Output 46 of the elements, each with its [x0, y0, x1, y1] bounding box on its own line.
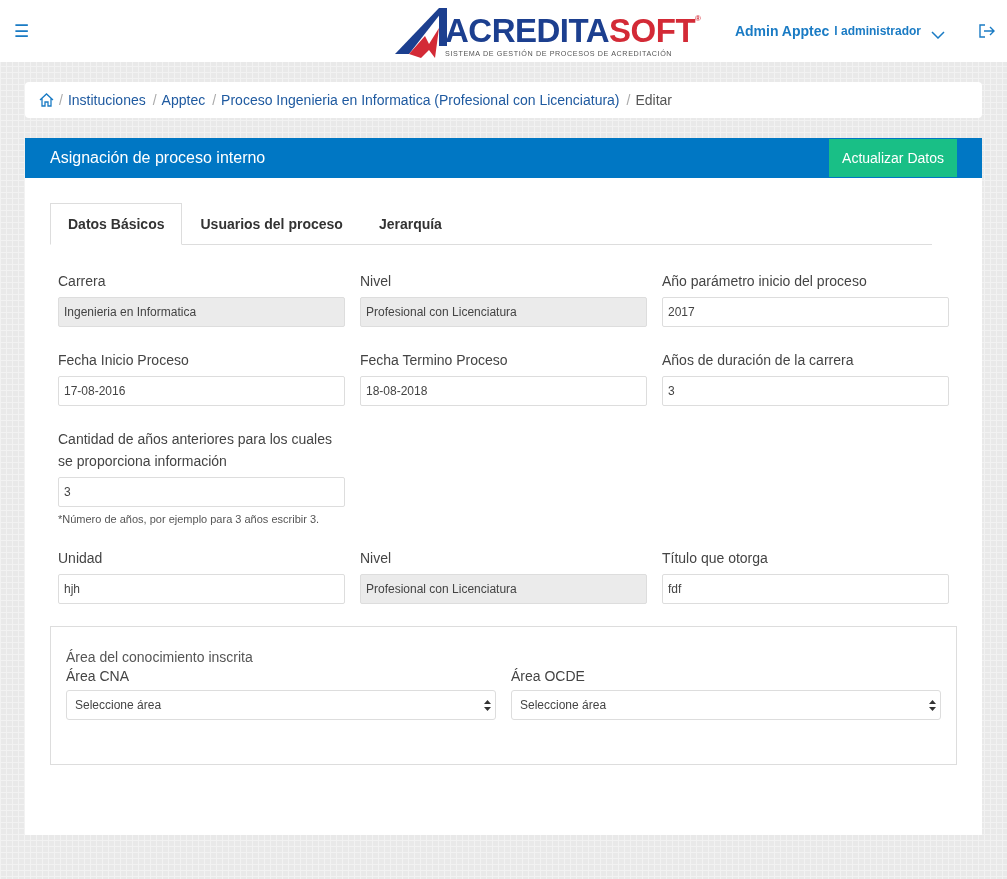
- user-name[interactable]: Admin Apptec: [734, 23, 830, 39]
- select-field[interactable]: Seleccione área: [66, 690, 496, 720]
- field-label: Título que otorga: [662, 549, 768, 568]
- chevron-down-icon[interactable]: [931, 31, 945, 39]
- breadcrumb-link[interactable]: Apptec: [161, 92, 206, 108]
- input-field[interactable]: fdf: [662, 574, 949, 604]
- tab[interactable]: Jerarquía: [360, 203, 460, 245]
- field-label: Carrera: [58, 272, 106, 291]
- field-label: Nivel: [360, 272, 392, 291]
- input-field[interactable]: hjh: [58, 574, 345, 604]
- field-label: Fecha Termino Proceso: [360, 351, 508, 370]
- field-label: Cantidad de años anteriores para los cuales se proporciona información: [58, 430, 333, 471]
- breadcrumb-separator: /: [212, 92, 217, 108]
- logo-wordmark: ACREDITA: [445, 14, 610, 48]
- input-field[interactable]: 3: [58, 477, 345, 507]
- field-label: Nivel: [360, 549, 392, 568]
- breadcrumb-current: Editar: [635, 92, 672, 108]
- panel-title: Asignación de proceso interno: [50, 149, 266, 167]
- select-label: Área CNA: [66, 667, 130, 686]
- sort-arrows-icon: [929, 699, 936, 711]
- logout-icon[interactable]: [979, 24, 995, 38]
- field-label: Unidad: [58, 549, 103, 568]
- input-field[interactable]: 17-08-2016: [58, 376, 345, 406]
- logo-wordmark-accent: SOFT: [609, 14, 696, 48]
- tab[interactable]: Datos Básicos: [50, 203, 183, 245]
- registered-mark: ®: [695, 14, 701, 23]
- user-role[interactable]: l administrador: [834, 24, 921, 38]
- menu-button[interactable]: ☰: [12, 20, 31, 42]
- breadcrumb-separator: /: [59, 92, 63, 108]
- select-label: Área OCDE: [511, 667, 585, 686]
- breadcrumb-link[interactable]: Instituciones: [67, 92, 146, 108]
- input-field[interactable]: 18-08-2018: [360, 376, 647, 406]
- input-field[interactable]: 3: [662, 376, 949, 406]
- field-label: Año parámetro inicio del proceso: [662, 272, 867, 291]
- field-label: Años de duración de la carrera: [662, 351, 854, 370]
- breadcrumb-separator: /: [152, 92, 157, 108]
- breadcrumb-link[interactable]: Proceso Ingenieria en Informatica (Profesional con Licenciatura): [221, 92, 620, 108]
- field-label: Fecha Inicio Proceso: [58, 351, 189, 370]
- input-field[interactable]: 2017: [662, 297, 949, 327]
- home-icon[interactable]: [39, 93, 54, 107]
- help-text: *Número de años, por ejemplo para 3 años escribir 3.: [58, 513, 320, 525]
- tab[interactable]: Usuarios del proceso: [182, 203, 361, 245]
- select-field[interactable]: Seleccione área: [511, 690, 941, 720]
- area-title: Área del conocimiento inscrita: [66, 649, 254, 665]
- breadcrumb-separator: /: [626, 92, 631, 108]
- sort-arrows-icon: [484, 699, 491, 711]
